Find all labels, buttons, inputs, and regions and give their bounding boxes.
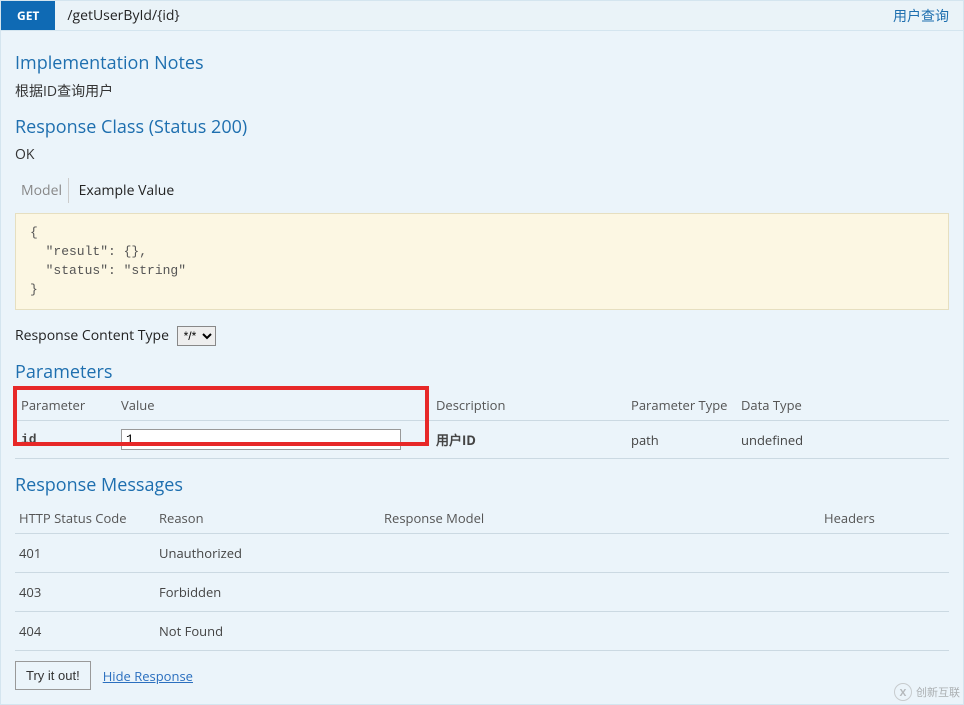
action-row: Try it out! Hide Response [15, 661, 949, 690]
response-content-type-label: Response Content Type [15, 326, 169, 345]
implementation-notes-text: 根据ID查询用户 [15, 81, 949, 101]
param-value-input[interactable] [121, 429, 401, 450]
operation-header[interactable]: GET /getUserById/{id} 用户查询 [1, 1, 963, 31]
param-value-cell [115, 421, 430, 459]
table-row: id 用户ID path undefined [15, 421, 949, 459]
col-http-status: HTTP Status Code [15, 503, 155, 534]
resp-model [380, 573, 820, 612]
resp-reason: Not Found [155, 612, 380, 651]
response-class-heading: Response Class (Status 200) [15, 115, 949, 139]
try-it-out-button[interactable]: Try it out! [15, 661, 91, 690]
col-parameter-type: Parameter Type [625, 390, 735, 421]
endpoint-path: /getUserById/{id} [55, 1, 893, 30]
parameters-heading: Parameters [15, 360, 949, 384]
param-type: path [625, 421, 735, 459]
table-row: 403 Forbidden [15, 573, 949, 612]
col-description: Description [430, 390, 625, 421]
param-description: 用户ID [430, 421, 625, 459]
hide-response-link[interactable]: Hide Response [103, 667, 193, 685]
table-row: 401 Unauthorized [15, 534, 949, 573]
response-tabs: Model Example Value [15, 178, 949, 203]
endpoint-summary: 用户查询 [893, 6, 963, 26]
watermark-text: 创新互联 [916, 684, 960, 700]
col-headers: Headers [820, 503, 949, 534]
http-method-badge: GET [1, 1, 55, 30]
col-parameter: Parameter [15, 390, 115, 421]
response-content-type-row: Response Content Type */* [15, 326, 949, 346]
operation-body: Implementation Notes 根据ID查询用户 Response C… [1, 31, 963, 704]
operation-panel: GET /getUserById/{id} 用户查询 Implementatio… [0, 0, 964, 705]
col-response-model: Response Model [380, 503, 820, 534]
response-example-json[interactable]: { "result": {}, "status": "string" } [15, 213, 949, 310]
tab-example-value[interactable]: Example Value [73, 178, 181, 203]
response-messages-table: HTTP Status Code Reason Response Model H… [15, 503, 949, 651]
col-data-type: Data Type [735, 390, 949, 421]
resp-model [380, 612, 820, 651]
resp-code: 401 [15, 534, 155, 573]
watermark-icon: X [894, 683, 912, 701]
resp-headers [820, 534, 949, 573]
resp-code: 403 [15, 573, 155, 612]
param-name: id [15, 421, 115, 459]
response-messages-heading: Response Messages [15, 473, 949, 497]
resp-headers [820, 573, 949, 612]
col-reason: Reason [155, 503, 380, 534]
table-row: 404 Not Found [15, 612, 949, 651]
param-datatype: undefined [735, 421, 949, 459]
parameters-table: Parameter Value Description Parameter Ty… [15, 390, 949, 459]
tab-model[interactable]: Model [15, 178, 69, 203]
watermark: X 创新互联 [894, 683, 960, 701]
resp-reason: Forbidden [155, 573, 380, 612]
response-content-type-select[interactable]: */* [177, 326, 216, 346]
resp-headers [820, 612, 949, 651]
col-value: Value [115, 390, 430, 421]
response-status-text: OK [15, 145, 949, 164]
implementation-notes-heading: Implementation Notes [15, 51, 949, 75]
resp-reason: Unauthorized [155, 534, 380, 573]
resp-model [380, 534, 820, 573]
resp-code: 404 [15, 612, 155, 651]
